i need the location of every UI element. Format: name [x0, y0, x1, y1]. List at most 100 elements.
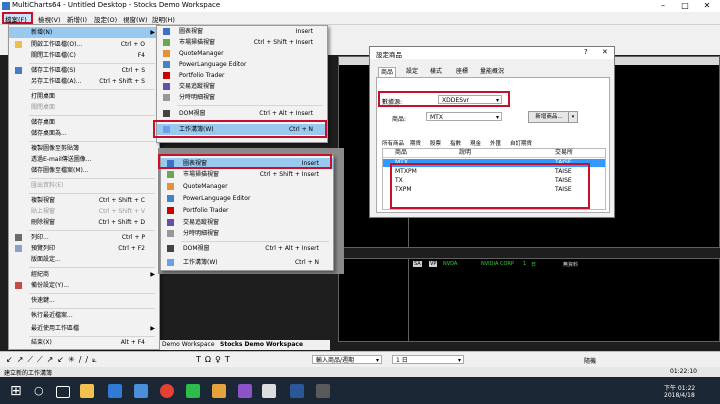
column-exchange[interactable]: 交易所 — [555, 149, 573, 157]
file-menu-save-desktop[interactable]: 儲存桌面 — [9, 117, 159, 128]
app-icon-1[interactable] — [212, 384, 226, 398]
draw-tools-icons[interactable]: ↙↗⟋⟋↗↙✳∕∕⟀ — [6, 355, 101, 365]
close-icon[interactable]: ✕ — [696, 0, 718, 12]
menu-item-label: 新增(N) — [31, 29, 53, 36]
menu-item-label: 執行最近檔案... — [31, 312, 73, 319]
menu-item-shortcut: Ctrl + O — [120, 41, 145, 48]
app-icon-2[interactable] — [238, 384, 252, 398]
file-menu-exit[interactable]: 結束(X) Alt + F4 — [9, 337, 159, 348]
multicharts-icon[interactable] — [316, 384, 330, 398]
chrome-icon[interactable] — [160, 384, 174, 398]
category-tab-forex[interactable]: 外匯 — [490, 139, 501, 147]
file-menu-close[interactable]: 關閉工作區檔(C) F4 — [9, 50, 159, 61]
maximize-icon[interactable]: □ — [674, 0, 696, 12]
new-submenu-time-sales[interactable]: 分時明細視窗 — [157, 92, 327, 103]
symbol-select[interactable]: MTX ▾ — [426, 112, 502, 121]
file-menu-open-desktop[interactable]: 打開桌面 — [9, 91, 159, 102]
file-menu-print-preview[interactable]: 預覽列印 Ctrl + F2 — [9, 243, 159, 254]
interval-select[interactable]: 1 日 ▾ — [392, 355, 464, 364]
file-menu-save-desktop-as[interactable]: 儲存桌面為... — [9, 128, 159, 139]
file-menu-page-setup[interactable]: 版面設定... — [9, 254, 159, 265]
new-symbol-button[interactable]: 新增商品... — [528, 111, 570, 123]
minimize-icon[interactable]: – — [652, 0, 674, 12]
category-tab-futures[interactable]: 期貨 — [410, 139, 421, 147]
tab-settings[interactable]: 設定 — [404, 67, 420, 77]
chart-company: NVIDIA CORP — [481, 261, 514, 267]
menu-view[interactable]: 檢視(V) — [38, 14, 61, 24]
new-submenu-copy-order-tracker[interactable]: 交易追蹤視窗 — [161, 217, 333, 228]
file-menu-recent-workspaces[interactable]: 最近使用工作區檔 ▶ — [9, 323, 159, 334]
file-menu-copy-image[interactable]: 複製圖像至剪貼簿 — [9, 143, 159, 154]
new-submenu-copy-editor[interactable]: PowerLanguage Editor — [161, 193, 333, 204]
menu-window[interactable]: 視窗(W) — [123, 14, 148, 24]
symbol-input[interactable]: 輸入商品/週期 ▾ — [312, 355, 382, 364]
file-menu-delete-window[interactable]: 刪除視窗 Ctrl + Shift + D — [9, 217, 159, 228]
category-tab-custom[interactable]: 自訂期貨 — [510, 139, 532, 147]
new-submenu-portfolio[interactable]: Portfolio Trader — [157, 70, 327, 81]
help-icon[interactable]: ? — [584, 48, 588, 56]
new-submenu-copy-workspace[interactable]: 工作溝簿(W) Ctrl + N — [161, 257, 333, 268]
menu-item-label: 圖表視窗 — [179, 28, 204, 35]
word-icon[interactable] — [290, 384, 304, 398]
tab-scale[interactable]: 座標 — [454, 67, 470, 77]
file-menu-backup[interactable]: 備份設定(Y)... — [9, 280, 159, 291]
text-tools-icons[interactable]: TΩ♀T — [196, 355, 234, 364]
explorer-icon[interactable] — [80, 384, 94, 398]
chart-tag-sa: SA — [413, 261, 422, 267]
file-menu-email-image[interactable]: 透過E-mail傳送圖像... — [9, 154, 159, 165]
windows-start-icon[interactable]: ⊞ — [10, 384, 24, 398]
new-submenu-copy-portfolio[interactable]: Portfolio Trader — [161, 205, 333, 216]
column-description[interactable]: 說明 — [459, 149, 471, 157]
file-menu-shortcuts[interactable]: 快速鍵... — [9, 295, 159, 306]
file-menu-print[interactable]: 列印... Ctrl + P — [9, 232, 159, 243]
file-menu-copy-window[interactable]: 複製視窗 Ctrl + Shift + C — [9, 195, 159, 206]
app-icon-3[interactable] — [262, 384, 276, 398]
file-menu-save-image[interactable]: 儲存圖像至檔案(M)... — [9, 165, 159, 176]
file-menu-save-as[interactable]: 另存工作區檔(A)... Ctrl + Shift + S — [9, 76, 159, 87]
file-menu-open[interactable]: 開啟工作區檔(O)... Ctrl + O — [9, 39, 159, 50]
category-tab-cash[interactable]: 現金 — [470, 139, 481, 147]
new-submenu-copy-time-sales[interactable]: 分時明細視窗 — [161, 228, 333, 239]
search-icon[interactable]: ○ — [34, 384, 48, 398]
file-menu-recent-files[interactable]: 執行最近檔案... — [9, 310, 159, 321]
tab-volume-profile[interactable]: 量能概況 — [478, 67, 506, 77]
new-submenu-editor[interactable]: PowerLanguage Editor — [157, 59, 327, 70]
new-submenu-scanner[interactable]: 市場掃描視窗 Ctrl + Shift + Insert — [157, 37, 327, 48]
menu-item-shortcut: Ctrl + N — [294, 259, 319, 266]
menu-settings[interactable]: 設定(O) — [94, 14, 117, 24]
tab-demo-workspace[interactable]: Demo Workspace — [162, 341, 215, 348]
new-symbol-dropdown-icon[interactable]: ▾ — [568, 111, 578, 123]
chart-pane-bottom-right[interactable]: SA VP NVDA NVIDIA CORP 1 日 無資料 — [408, 258, 720, 342]
menu-insert[interactable]: 新增(I) — [67, 14, 87, 24]
file-menu-broker[interactable]: 經紀商 ▶ — [9, 269, 159, 280]
edge-icon[interactable] — [108, 384, 122, 398]
tab-style[interactable]: 樣式 — [428, 67, 444, 77]
new-submenu-dom[interactable]: DOM視窗 Ctrl + Alt + Insert — [157, 108, 327, 119]
random-button[interactable]: 隨機 — [584, 356, 596, 365]
file-menu-new[interactable]: 新增(N) ▶ — [9, 27, 159, 38]
drawing-toolbar: ↙↗⟋⟋↗↙✳∕∕⟀ TΩ♀T 輸入商品/週期 ▾ 1 日 ▾ 隨機 — [0, 351, 720, 368]
line-icon[interactable] — [186, 384, 200, 398]
backup-icon — [15, 282, 22, 289]
menu-item-label: 交易追蹤視窗 — [179, 83, 216, 90]
new-submenu-order-tracker[interactable]: 交易追蹤視窗 — [157, 81, 327, 92]
column-symbol[interactable]: 商品 — [395, 149, 407, 157]
file-menu-save[interactable]: 儲存工作區檔(S) Ctrl + S — [9, 65, 159, 76]
tab-stocks-demo-workspace[interactable]: Stocks Demo Workspace — [220, 341, 303, 348]
new-submenu-copy-quotemanager[interactable]: QuoteManager — [161, 181, 333, 192]
new-submenu-quotemanager[interactable]: QuoteManager — [157, 48, 327, 59]
menu-help[interactable]: 說明(H) — [152, 14, 175, 24]
new-submenu-copy-scanner[interactable]: 市場掃描視窗 Ctrl + Shift + Insert — [161, 169, 333, 180]
menu-item-label: 備份設定(Y)... — [31, 282, 70, 289]
menu-item-label: 最近使用工作區檔 — [31, 325, 80, 332]
new-submenu-copy-dom[interactable]: DOM視窗 Ctrl + Alt + Insert — [161, 243, 333, 254]
new-submenu-chart[interactable]: 圖表視窗 Insert — [157, 26, 327, 37]
dialog-close-icon[interactable]: ✕ — [602, 48, 608, 56]
category-tab-all[interactable]: 所有商品 — [382, 139, 404, 147]
category-tab-index[interactable]: 指數 — [450, 139, 461, 147]
menu-item-shortcut: Ctrl + Shift + V — [98, 208, 145, 215]
chart-pane-bottom-mid[interactable] — [338, 258, 410, 342]
category-tab-stocks[interactable]: 股票 — [430, 139, 441, 147]
store-icon[interactable] — [134, 384, 148, 398]
task-view-icon[interactable] — [56, 386, 70, 398]
